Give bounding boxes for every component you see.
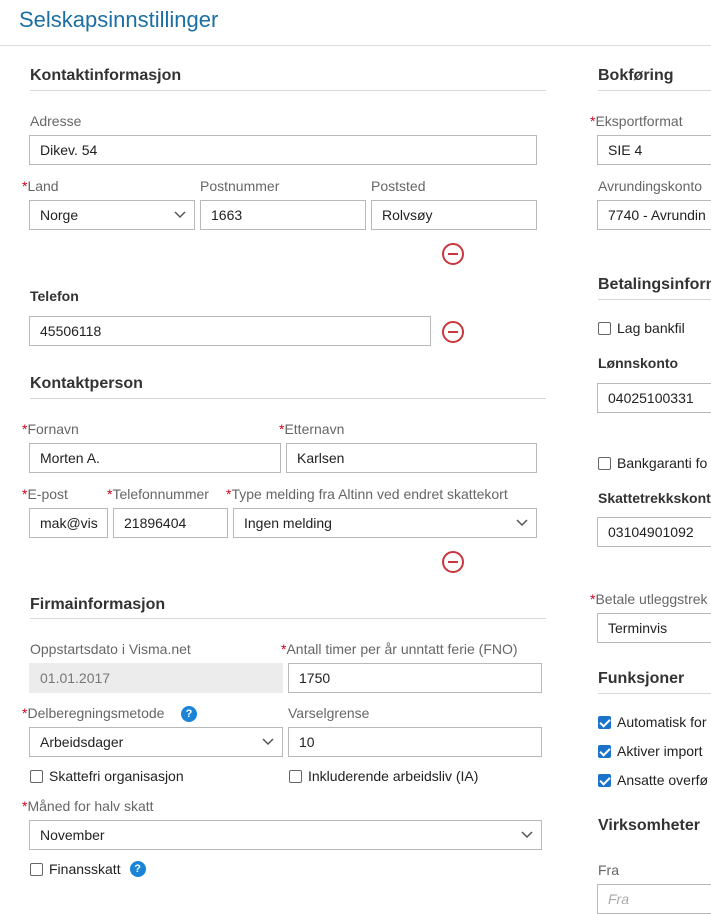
financetax-checkbox[interactable]: Finansskatt ?	[30, 861, 146, 877]
function-checkbox[interactable]: Ansatte overfø	[598, 772, 708, 788]
salary-account-label: Lønnskonto	[598, 355, 679, 371]
altinn-label: *Type melding fra Altinn ved endret skat…	[226, 486, 508, 502]
guarantee-checkbox[interactable]: Bankgaranti fo	[598, 455, 707, 471]
postcode-field[interactable]: 1663	[200, 200, 366, 230]
halftax-select[interactable]: November	[29, 820, 542, 850]
checkbox-box[interactable]	[598, 773, 611, 787]
chevron-down-icon	[262, 738, 274, 746]
rounding-label: Avrundingskonto	[598, 178, 703, 194]
altinn-select[interactable]: Ingen melding	[233, 508, 537, 538]
checkbox-box[interactable]	[598, 321, 611, 335]
company-divider	[30, 618, 546, 619]
checkbox-box[interactable]	[598, 744, 611, 758]
warning-field[interactable]: 10	[288, 727, 542, 757]
company-heading: Firmainformasjon	[30, 596, 166, 613]
accounting-divider	[598, 90, 711, 91]
hours-label: *Antall timer per år unntatt ferie (FNO)	[281, 641, 518, 657]
function-checkbox[interactable]: Automatisk for	[598, 714, 706, 730]
warning-label: Varselgrense	[288, 705, 370, 721]
chevron-down-icon	[516, 519, 528, 527]
from-placeholder: Fra	[608, 891, 629, 907]
payment-heading: Betalingsinforn	[598, 276, 711, 293]
from-label: Fra	[598, 862, 619, 878]
chevron-down-icon	[174, 211, 186, 219]
payment-divider	[598, 299, 711, 300]
country-select[interactable]: Norge	[29, 200, 195, 230]
city-label: Poststed	[371, 178, 426, 194]
export-select[interactable]: SIE 4	[597, 135, 711, 165]
checkbox-box[interactable]	[30, 862, 43, 876]
minus-circle-icon[interactable]	[441, 320, 465, 344]
halftax-label: *Måned for halv skatt	[22, 798, 154, 814]
minus-circle-icon[interactable]	[441, 550, 465, 574]
help-icon[interactable]: ?	[181, 706, 197, 722]
contact-heading: Kontaktinformasjon	[30, 67, 182, 84]
payout-select[interactable]: Terminvis	[597, 613, 711, 643]
city-field[interactable]: Rolvsøy	[371, 200, 537, 230]
payout-label: *Betale utleggstrek	[590, 591, 708, 607]
contact-person-divider	[30, 398, 546, 399]
functions-divider	[598, 693, 711, 694]
firstname-field[interactable]: Morten A.	[29, 443, 281, 473]
minus-circle-icon[interactable]	[441, 242, 465, 266]
inclusive-checkbox[interactable]: Inkluderende arbeidsliv (IA)	[289, 768, 478, 784]
partial-select[interactable]: Arbeidsdager	[29, 727, 283, 757]
person-phone-label: *Telefonnummer	[107, 486, 209, 502]
postcode-label: Postnummer	[200, 178, 280, 194]
address-field[interactable]: Dikev. 54	[29, 135, 537, 165]
rounding-select[interactable]: 7740 - Avrundin	[597, 200, 711, 230]
email-field[interactable]: mak@vis	[29, 508, 108, 538]
title-divider	[0, 45, 711, 46]
lastname-field[interactable]: Karlsen	[286, 443, 537, 473]
phone-label: Telefon	[30, 288, 79, 304]
checkbox-box[interactable]	[598, 456, 611, 470]
firstname-label: *Fornavn	[22, 421, 79, 437]
bankfile-checkbox[interactable]: Lag bankfil	[598, 320, 685, 336]
contact-divider	[30, 90, 546, 91]
functions-heading: Funksjoner	[598, 670, 685, 687]
checkbox-box[interactable]	[30, 769, 43, 783]
chevron-down-icon	[521, 831, 533, 839]
export-label: *Eksportformat	[590, 113, 683, 129]
accounting-heading: Bokføring	[598, 67, 674, 84]
function-checkbox[interactable]: Aktiver import	[598, 743, 703, 759]
taxfree-checkbox[interactable]: Skattefri organisasjon	[30, 768, 184, 784]
from-field[interactable]: Fra	[597, 884, 711, 914]
tax-account-label: Skattetrekkskont	[598, 490, 711, 506]
hours-field[interactable]: 1750	[288, 663, 542, 693]
address-label: Adresse	[30, 113, 82, 129]
checkbox-box[interactable]	[289, 769, 302, 783]
businesses-heading: Virksomheter	[598, 817, 700, 834]
tax-account-field[interactable]: 03104901092	[597, 517, 711, 547]
email-label: *E-post	[22, 486, 68, 502]
phone-field[interactable]: 45506118	[29, 316, 431, 346]
checkbox-box[interactable]	[598, 715, 611, 729]
lastname-label: *Etternavn	[279, 421, 345, 437]
person-phone-field[interactable]: 21896404	[113, 508, 228, 538]
help-icon[interactable]: ?	[129, 861, 146, 877]
startdate-field: 01.01.2017	[29, 663, 283, 693]
salary-account-field[interactable]: 04025100331	[597, 383, 711, 413]
partial-label: *Delberegningsmetode	[22, 705, 165, 721]
country-label: *Land	[22, 178, 59, 194]
contact-person-heading: Kontaktperson	[30, 375, 143, 392]
page-title: Selskapsinnstillinger	[19, 7, 219, 32]
startdate-label: Oppstartsdato i Visma.net	[30, 641, 191, 657]
